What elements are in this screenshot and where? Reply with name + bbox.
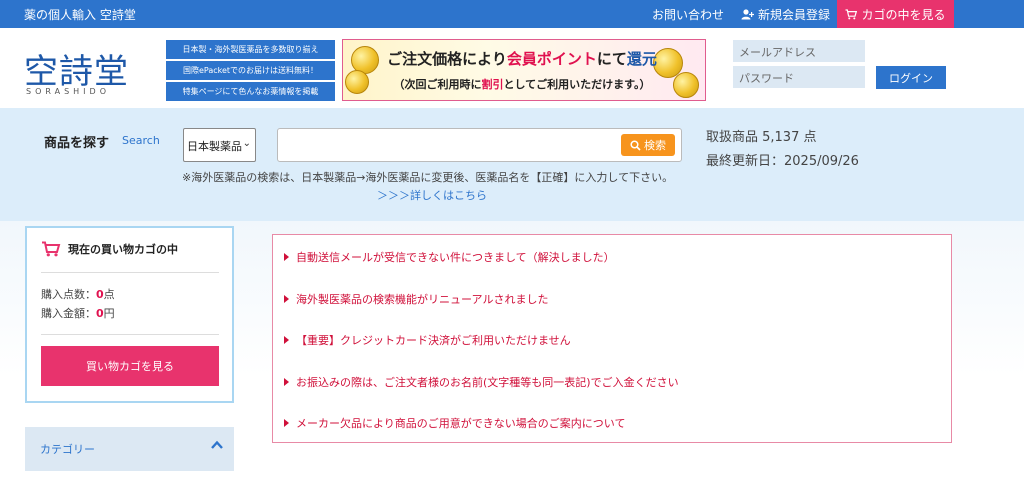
password-field[interactable]: パスワード bbox=[733, 66, 865, 88]
banner-text: ご注文価格により bbox=[387, 50, 507, 68]
search-section: 商品を探す Search 日本製薬品 ⌄ 検索 ※海外医薬品の検索は、日本製薬品… bbox=[0, 108, 1024, 221]
coin-decoration bbox=[673, 72, 699, 98]
news-item[interactable]: メーカー欠品により商品のご用意ができない場合のご案内について bbox=[284, 415, 625, 431]
caret-right-icon bbox=[284, 336, 289, 344]
site-logo[interactable]: 空詩堂 SORASHIDO bbox=[24, 44, 154, 96]
cart-amount-row: 購入金額：0円 bbox=[41, 305, 115, 321]
chevron-down-icon: ⌄ bbox=[242, 138, 251, 149]
divider bbox=[41, 272, 219, 273]
cart-icon bbox=[42, 241, 61, 257]
banner-text: にて bbox=[596, 50, 627, 68]
news-item-text: 【重要】クレジットカード決済がご利用いただけません bbox=[296, 334, 571, 347]
view-cart-label: カゴの中を見る bbox=[861, 7, 946, 22]
product-count: 取扱商品 5,137 点 bbox=[706, 130, 817, 145]
site-title[interactable]: 薬の個人輸入 空詩堂 bbox=[24, 6, 136, 23]
contact-link[interactable]: お問い合わせ bbox=[652, 6, 724, 23]
points-banner[interactable]: ご注文価格により会員ポイントにて還元 （次回ご利用時に割引としてご利用いただけま… bbox=[342, 39, 706, 101]
view-cart-button[interactable]: 買い物カゴを見る bbox=[41, 346, 219, 386]
news-item-text: メーカー欠品により商品のご用意ができない場合のご案内について bbox=[296, 417, 626, 430]
promo-link-free-shipping[interactable]: 国際ePacketでのお届けは送料無料！ bbox=[166, 61, 335, 80]
cart-summary-header: 現在の買い物カゴの中 bbox=[41, 241, 178, 257]
banner-subline: （次回ご利用時に割引としてご利用いただけます。） bbox=[377, 76, 667, 92]
cart-count-value: 0 bbox=[96, 288, 104, 301]
promo-link-feature[interactable]: 特集ページにて色んなお薬情報を掲載 bbox=[166, 82, 335, 101]
search-subheading: Search bbox=[122, 134, 160, 147]
register-link[interactable]: 新規会員登録 bbox=[741, 6, 830, 23]
view-cart-button[interactable]: カゴの中を見る bbox=[837, 0, 954, 28]
news-item-text: 自動送信メールが受信できない件につきまして（解決しました） bbox=[296, 251, 615, 264]
search-details-link[interactable]: ＞＞＞詳しくはこちら bbox=[377, 187, 487, 203]
last-updated: 最終更新日：2025/09/26 bbox=[706, 154, 859, 169]
cart-summary: 現在の買い物カゴの中 購入点数：0点 購入金額：0円 買い物カゴを見る bbox=[25, 226, 234, 403]
search-heading: 商品を探す bbox=[44, 136, 110, 151]
promo-link-variety[interactable]: 日本製・海外製医薬品を多数取り揃え bbox=[166, 40, 335, 59]
banner-text: としてご利用いただけます。） bbox=[503, 78, 651, 91]
category-toggle[interactable]: カテゴリー bbox=[25, 427, 234, 471]
email-field[interactable]: メールアドレス bbox=[733, 40, 865, 62]
news-item-text: お振込みの際は、ご注文者様のお名前(文字種等も同一表記)でご入金ください bbox=[296, 376, 679, 389]
caret-right-icon bbox=[284, 295, 289, 303]
search-icon bbox=[630, 139, 641, 151]
cart-amount-value: 0 bbox=[96, 307, 104, 320]
banner-highlight: 割引 bbox=[481, 78, 504, 91]
cart-count-label: 購入点数： bbox=[41, 288, 96, 301]
banner-text: （次回ご利用時に bbox=[393, 78, 482, 91]
news-item[interactable]: 【重要】クレジットカード決済がご利用いただけません bbox=[284, 332, 571, 348]
caret-right-icon bbox=[284, 378, 289, 386]
search-button[interactable]: 検索 bbox=[621, 134, 675, 156]
caret-right-icon bbox=[284, 253, 289, 261]
login-button[interactable]: ログイン bbox=[876, 66, 946, 89]
site-header: 空詩堂 SORASHIDO 日本製・海外製医薬品を多数取り揃え 国際ePacke… bbox=[0, 28, 1024, 108]
logo-subtext: SORASHIDO bbox=[26, 87, 110, 96]
news-list: 自動送信メールが受信できない件につきまして（解決しました） 海外製医薬品の検索機… bbox=[272, 234, 952, 443]
news-item[interactable]: 自動送信メールが受信できない件につきまして（解決しました） bbox=[284, 249, 615, 265]
search-button-label: 検索 bbox=[644, 139, 666, 152]
top-bar: 薬の個人輸入 空詩堂 お問い合わせ 新規会員登録 カゴの中を見る bbox=[0, 0, 1024, 28]
banner-highlight: 還元 bbox=[626, 50, 657, 68]
cart-amount-label: 購入金額： bbox=[41, 307, 96, 320]
divider bbox=[41, 334, 219, 335]
register-label: 新規会員登録 bbox=[758, 8, 831, 22]
product-type-value: 日本製薬品 bbox=[187, 140, 242, 153]
logo-text: 空詩堂 bbox=[24, 52, 129, 92]
news-item[interactable]: 海外製医薬品の検索機能がリニューアルされました bbox=[284, 291, 548, 307]
news-item-text: 海外製医薬品の検索機能がリニューアルされました bbox=[296, 293, 549, 306]
caret-right-icon bbox=[284, 419, 289, 427]
product-type-select[interactable]: 日本製薬品 ⌄ bbox=[183, 128, 256, 162]
coin-decoration bbox=[345, 70, 369, 94]
category-label: カテゴリー bbox=[40, 443, 95, 456]
banner-highlight: 会員ポイント bbox=[506, 50, 597, 68]
main-content: 現在の買い物カゴの中 購入点数：0点 購入金額：0円 買い物カゴを見る カテゴリ… bbox=[0, 221, 1024, 479]
banner-headline: ご注文価格により会員ポイントにて還元 bbox=[377, 48, 667, 69]
cart-icon bbox=[845, 8, 858, 19]
news-item[interactable]: お振込みの際は、ご注文者様のお名前(文字種等も同一表記)でご入金ください bbox=[284, 374, 679, 390]
chevron-up-icon bbox=[211, 440, 223, 449]
user-plus-icon bbox=[741, 9, 754, 20]
cart-count-row: 購入点数：0点 bbox=[41, 286, 115, 302]
cart-amount-unit: 円 bbox=[103, 307, 115, 320]
cart-summary-title: 現在の買い物カゴの中 bbox=[68, 243, 178, 256]
search-note: ※海外医薬品の検索は、日本製薬品→海外医薬品に変更後、医薬品名を【正確】に入力し… bbox=[182, 171, 674, 184]
cart-count-unit: 点 bbox=[103, 288, 115, 301]
